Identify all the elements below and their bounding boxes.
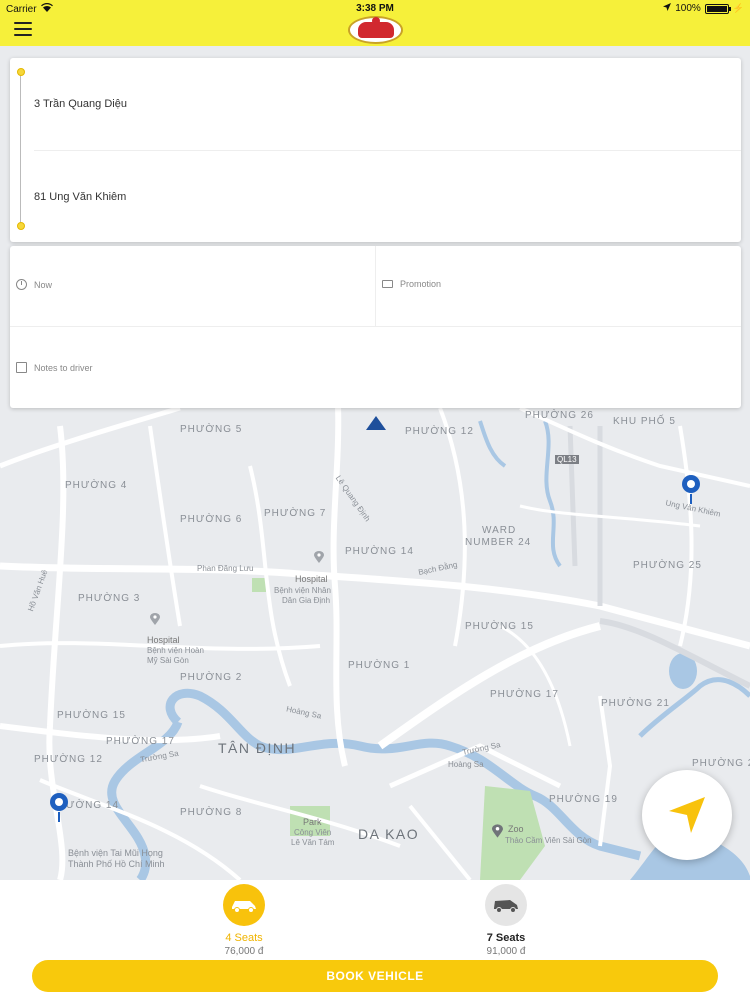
options-divider [375, 246, 376, 326]
pickup-dot-icon [17, 68, 25, 76]
my-location-button[interactable] [642, 770, 732, 860]
dropoff-address-field[interactable]: 81 Ung Văn Khiêm [34, 191, 126, 203]
map-street-label: Phan Đăng Lưu [197, 564, 254, 573]
logo-emblem-icon [357, 17, 394, 38]
pickup-pin-icon[interactable] [48, 792, 70, 822]
hospital-poi-icon [150, 613, 160, 625]
brand-logo [348, 16, 403, 44]
status-right: 100% ⚡ [663, 3, 744, 14]
vehicle-name: 7 Seats [486, 932, 526, 944]
map-label-district: PHƯỜNG 4 [65, 480, 128, 491]
map-road-shield: QL13 [555, 455, 579, 464]
map-label-district: PHƯỜNG 7 [264, 508, 327, 519]
vehicle-icon-circle [223, 884, 265, 926]
ticket-icon [382, 280, 393, 288]
map-label-district: KHU PHỐ 5 [613, 416, 676, 427]
map-label-district: PHƯỜNG 5 [180, 424, 243, 435]
map-label-district: PHƯỜNG 8 [180, 807, 243, 818]
promotion-selector[interactable]: Promotion [382, 279, 441, 289]
map-poi-label: Hospital [147, 635, 180, 645]
map-poi-label: Lê Văn Tám [291, 838, 335, 847]
map-label-district: PHƯỜNG 3 [78, 593, 141, 604]
trip-options-card: Now Promotion Notes to driver [10, 246, 741, 408]
vehicle-price: 91,000 đ [486, 946, 526, 957]
vehicle-option-4-seats[interactable]: 4 Seats 76,000 đ [184, 884, 304, 957]
route-divider [34, 150, 741, 151]
map-poi-label: Dân Gia Định [282, 596, 331, 605]
status-time: 3:38 PM [356, 3, 394, 14]
dropoff-dot-icon [17, 222, 25, 230]
current-location-marker-icon [366, 416, 386, 430]
map-poi-label: Thành Phố Hồ Chí Minh [68, 859, 165, 869]
map-poi-label: Park [303, 817, 322, 827]
notes-placeholder: Notes to driver [34, 362, 93, 373]
location-arrow-icon [663, 3, 672, 14]
battery-icon [704, 3, 731, 14]
vehicle-option-7-seats[interactable]: 7 Seats 91,000 đ [446, 884, 566, 957]
map-poi-label: Bệnh viện Nhân [274, 586, 331, 595]
status-bar: Carrier 3:38 PM 100% ⚡ [0, 3, 750, 15]
pickup-address-field[interactable]: 3 Trần Quang Diệu [34, 98, 127, 110]
map-label-district: PHƯỜNG 15 [465, 621, 534, 632]
map-label-district: NUMBER 24 [465, 537, 532, 548]
map-poi-label: Mỹ Sài Gòn [147, 656, 189, 665]
map-label-district: PHƯỜNG 12 [34, 754, 103, 765]
map-poi-label: Zoo [508, 824, 524, 834]
map-label-district: ƯỜNG 14 [66, 800, 120, 811]
map-label-district: PHƯỜNG 2 [180, 672, 243, 683]
notes-to-driver-field[interactable]: Notes to driver [16, 362, 93, 373]
map-label-area: DA KAO [358, 826, 420, 842]
map-label-district: PHƯỜNG 2 [692, 758, 750, 769]
pickup-time-label: Now [34, 279, 53, 290]
route-card: 3 Trần Quang Diệu 81 Ung Văn Khiêm [10, 58, 741, 242]
map-poi-label: Thảo Cầm Viên Sài Gòn [505, 836, 592, 845]
charging-icon: ⚡ [732, 3, 744, 13]
book-vehicle-button[interactable]: BOOK VEHICLE [32, 960, 718, 992]
map-label-district: PHƯỜNG 12 [405, 426, 474, 437]
pickup-time-selector[interactable]: Now [16, 279, 52, 290]
clock-icon [16, 279, 27, 290]
map-label-area: TÂN ĐỊNH [218, 740, 297, 756]
map-label-district: PHƯỜNG 14 [345, 546, 414, 557]
vehicle-icon-circle [485, 884, 527, 926]
zoo-poi-icon [492, 824, 503, 838]
van-icon [494, 900, 518, 913]
battery-percent: 100% [675, 3, 701, 14]
map-label-district: PHƯỜNG 1 [348, 660, 411, 671]
small-car-icon [232, 901, 256, 913]
map-label-district: PHƯỜNG 26 [525, 410, 594, 421]
map-label-district: PHƯỜNG 17 [106, 736, 175, 747]
map-label-district: PHƯỜNG 17 [490, 689, 559, 700]
route-connector-line [20, 72, 22, 228]
vehicle-name: 4 Seats [225, 932, 263, 944]
map-label-district: PHƯỜNG 25 [633, 560, 702, 571]
dropoff-pin-icon[interactable] [680, 474, 702, 504]
map-poi-label: Bệnh viện Tai Mũi Họng [68, 848, 163, 858]
map-poi-label: Bệnh viện Hoàn [147, 646, 204, 655]
promotion-label: Promotion [400, 279, 442, 289]
map-label-district: WARD [482, 525, 517, 536]
map-label-district: PHƯỜNG 19 [549, 794, 618, 805]
app-header: Carrier 3:38 PM 100% ⚡ [0, 0, 750, 46]
edit-note-icon [16, 362, 27, 373]
map-label-district: PHƯỜNG 6 [180, 514, 243, 525]
vehicle-price: 76,000 đ [224, 946, 264, 957]
map-poi-label: Công Viên [294, 828, 332, 837]
navigation-arrow-icon [669, 797, 705, 833]
hospital-poi-icon [314, 551, 324, 563]
map-label-district: PHƯỜNG 15 [57, 710, 126, 721]
map-poi-label: Hospital [295, 574, 328, 584]
options-divider [10, 326, 741, 327]
vehicle-selection-panel: 4 Seats 76,000 đ 7 Seats 91,000 đ BOOK V… [0, 880, 750, 1000]
map-label-district: PHƯỜNG 21 [601, 698, 670, 709]
hamburger-menu-icon[interactable] [14, 22, 32, 36]
map-street-label: Hoàng Sa [448, 760, 484, 769]
